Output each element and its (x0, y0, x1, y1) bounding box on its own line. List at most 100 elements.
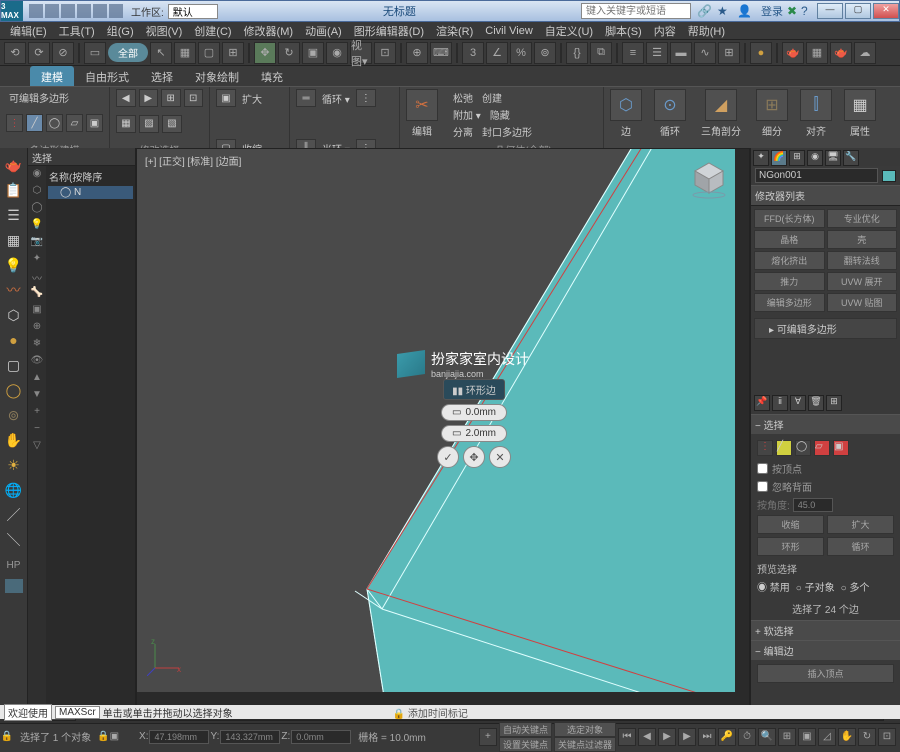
keyboard-button[interactable]: ⌨ (430, 42, 452, 64)
open-icon[interactable] (45, 4, 59, 18)
snap-button[interactable]: 3 (462, 42, 484, 64)
help-icon[interactable]: ? (801, 4, 815, 18)
loop-icon[interactable]: ═ (296, 89, 316, 107)
help-search-input[interactable] (581, 3, 691, 19)
remove-mod-button[interactable]: 🗑 (808, 395, 824, 411)
pan-button[interactable]: ✋ (838, 728, 856, 746)
menu-group[interactable]: 组(G) (101, 22, 140, 40)
next-frame-button[interactable]: ▶ (678, 728, 696, 746)
viewport-label[interactable]: [+] [正交] [标准] [边面] (145, 153, 241, 168)
popup-ok-button[interactable]: ✓ (437, 446, 459, 468)
rollout-softsel[interactable]: + 软选择 (751, 620, 900, 640)
mod-lattice-button[interactable]: 晶格 (754, 230, 825, 249)
mod-editpoly-button[interactable]: 编辑多边形 (754, 293, 825, 312)
display-light-icon[interactable]: 💡 (29, 219, 45, 235)
mod3-button[interactable]: ▧ (162, 115, 182, 133)
sort-asc-icon[interactable]: ▲ (29, 372, 45, 388)
object-name-field[interactable]: NGon001 (755, 168, 878, 183)
app-logo[interactable]: 3 MAX (1, 1, 23, 21)
login-link[interactable]: 登录 (757, 3, 787, 19)
menu-civilview[interactable]: Civil View (479, 24, 538, 38)
refsys-button[interactable]: 视图▾ (350, 42, 372, 64)
preview-sub-radio[interactable]: ○ 子对象 (796, 579, 835, 594)
display-bone-icon[interactable]: 🦴 (29, 287, 45, 303)
swatch-icon[interactable] (5, 579, 23, 593)
sel-lock-icon[interactable]: ▣ (110, 731, 119, 742)
sun-icon[interactable]: ☀ (3, 454, 25, 476)
preview-multi-radio[interactable]: ○ 多个 (841, 579, 870, 594)
mod1-button[interactable]: ▦ (116, 115, 136, 133)
mod-push-button[interactable]: 推力 (754, 272, 825, 291)
y-coord-input[interactable] (220, 730, 280, 744)
angle-spinner[interactable]: 45.0 (793, 498, 833, 512)
maximize-vp-button[interactable]: ⊡ (878, 728, 896, 746)
toggle-ribbon-button[interactable]: ▬ (670, 42, 692, 64)
zoom-all-button[interactable]: ⊞ (778, 728, 796, 746)
popup-field-2[interactable]: ▭ 2.0mm (441, 425, 507, 442)
grow-sel-button[interactable]: 扩大 (827, 515, 894, 534)
zoom-ext-button[interactable]: ▣ (798, 728, 816, 746)
torus-icon[interactable]: ◯ (3, 379, 25, 401)
ribbon-tab-freeform[interactable]: 自由形式 (74, 66, 140, 86)
star-icon[interactable]: ★ (717, 4, 731, 18)
material-editor-button[interactable]: ● (750, 42, 772, 64)
display-cam-icon[interactable]: 📷 (29, 236, 45, 252)
selection-filter[interactable]: 全部 (108, 43, 148, 62)
popup-apply-button[interactable]: ✥ (463, 446, 485, 468)
menu-customize[interactable]: 自定义(U) (539, 22, 599, 40)
ribbon-tab-selection[interactable]: 选择 (140, 66, 184, 86)
goto-start-button[interactable]: ⏮ (618, 728, 636, 746)
bind-button[interactable]: ⊘ (52, 42, 74, 64)
brush-icon[interactable]: ／ (3, 504, 25, 526)
scale-button[interactable]: ▣ (302, 42, 324, 64)
globe-icon[interactable]: 🌐 (3, 479, 25, 501)
sphere-icon[interactable]: ● (3, 329, 25, 351)
new-icon[interactable] (29, 4, 43, 18)
time-tag-button[interactable]: + (479, 728, 497, 746)
connect-icon[interactable]: 🔗 (697, 4, 711, 18)
box-icon[interactable]: ▢ (3, 354, 25, 376)
goto-end-button[interactable]: ⏭ (698, 728, 716, 746)
cap-label[interactable]: 封口多边形 (479, 123, 535, 140)
menu-script[interactable]: 脚本(S) (599, 22, 648, 40)
so-border[interactable]: ◯ (795, 440, 811, 456)
collapse-icon[interactable]: − (29, 423, 45, 439)
path-icon[interactable]: 〰 (3, 279, 25, 301)
stack-editable-poly[interactable]: ▸ 可编辑多边形 (754, 318, 897, 339)
angle-snap-button[interactable]: ∠ (486, 42, 508, 64)
menu-animation[interactable]: 动画(A) (299, 22, 348, 40)
unique-button[interactable]: ∀ (790, 395, 806, 411)
display-helper-icon[interactable]: ✦ (29, 253, 45, 269)
window-crossing-button[interactable]: ⊞ (222, 42, 244, 64)
z-coord-input[interactable] (291, 730, 351, 744)
hierarchy-tab[interactable]: ⊞ (789, 150, 805, 166)
workspace-select[interactable] (168, 4, 218, 19)
tree-column-header[interactable]: 名称(按降序 (48, 168, 133, 185)
show-result-button[interactable]: ⅱ (772, 395, 788, 411)
viewcube[interactable] (689, 159, 729, 199)
pivot-button[interactable]: ⊡ (374, 42, 396, 64)
mod-prooptimize-button[interactable]: 专业优化 (827, 209, 898, 228)
viewport[interactable]: [+] [正交] [标准] [边面] 扮家家室内设计 banjiajia.com (136, 148, 750, 707)
selset-dropdown[interactable]: 选定对象 (554, 722, 616, 737)
connect-button[interactable]: ⊡ (184, 89, 204, 107)
grow-label[interactable]: 扩大 (239, 90, 265, 107)
subobj-element-button[interactable]: ▣ (86, 114, 103, 132)
hp-icon[interactable]: HP (3, 554, 25, 576)
subdiv-panel-button[interactable]: ⊞ (756, 89, 788, 121)
zoom-button[interactable]: 🔍 (758, 728, 776, 746)
ribbon-tab-modeling[interactable]: 建模 (30, 66, 74, 86)
mod-shell-button[interactable]: 壳 (827, 230, 898, 249)
undo-icon[interactable] (77, 4, 91, 18)
render-setup-button[interactable]: 🫖 (782, 42, 804, 64)
object-color-swatch[interactable] (882, 170, 896, 182)
save-icon[interactable] (61, 4, 75, 18)
utilities-tab[interactable]: 🔧 (843, 150, 859, 166)
percent-snap-button[interactable]: % (510, 42, 532, 64)
setkey-button[interactable]: 设置关键点 (499, 737, 552, 752)
display-xref-icon[interactable]: ⊕ (29, 321, 45, 337)
tri-panel-button[interactable]: ◢ (705, 89, 737, 121)
maxscript-label[interactable]: MAXScr (55, 706, 100, 719)
relax-label[interactable]: 松弛 (450, 89, 476, 106)
select-link-button[interactable]: ⟲ (4, 42, 26, 64)
